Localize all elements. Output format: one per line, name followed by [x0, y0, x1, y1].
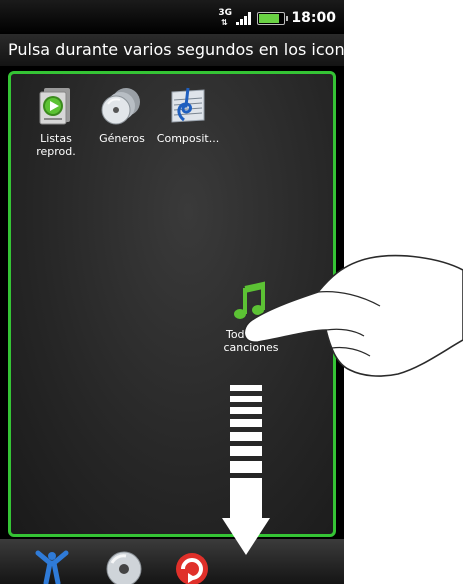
app-label-composers: Composit... — [156, 132, 220, 145]
status-time: 18:00 — [291, 10, 336, 26]
pointing-hand-icon — [230, 250, 463, 390]
album-disc-icon[interactable] — [104, 547, 144, 584]
network-label: 3G — [218, 8, 233, 18]
app-playlists[interactable]: Listas reprod. — [23, 84, 89, 158]
status-bar: 3G ⇅ 18:00 — [0, 0, 344, 34]
status-indicators: 3G ⇅ 18:00 — [218, 8, 336, 28]
signal-strength-icon — [236, 11, 252, 25]
bottom-tab-dock — [0, 539, 344, 584]
app-label-playlists: Listas reprod. — [36, 132, 76, 158]
app-composers[interactable]: Composit... — [155, 84, 221, 145]
app-genres[interactable]: Géneros — [89, 84, 155, 145]
playlist-icon — [34, 84, 78, 128]
app-label-genres: Géneros — [99, 132, 145, 145]
artist-icon[interactable] — [32, 547, 72, 584]
repeat-icon[interactable] — [172, 547, 212, 584]
instruction-banner: Pulsa durante varios segundos en los ico… — [0, 34, 344, 66]
composer-icon — [166, 84, 210, 128]
battery-icon — [257, 11, 289, 25]
genres-disc-icon — [100, 84, 144, 128]
network-3g-icon: 3G ⇅ — [218, 8, 233, 28]
battery-level-fill — [259, 13, 279, 23]
drag-down-arrow-icon — [222, 385, 270, 560]
